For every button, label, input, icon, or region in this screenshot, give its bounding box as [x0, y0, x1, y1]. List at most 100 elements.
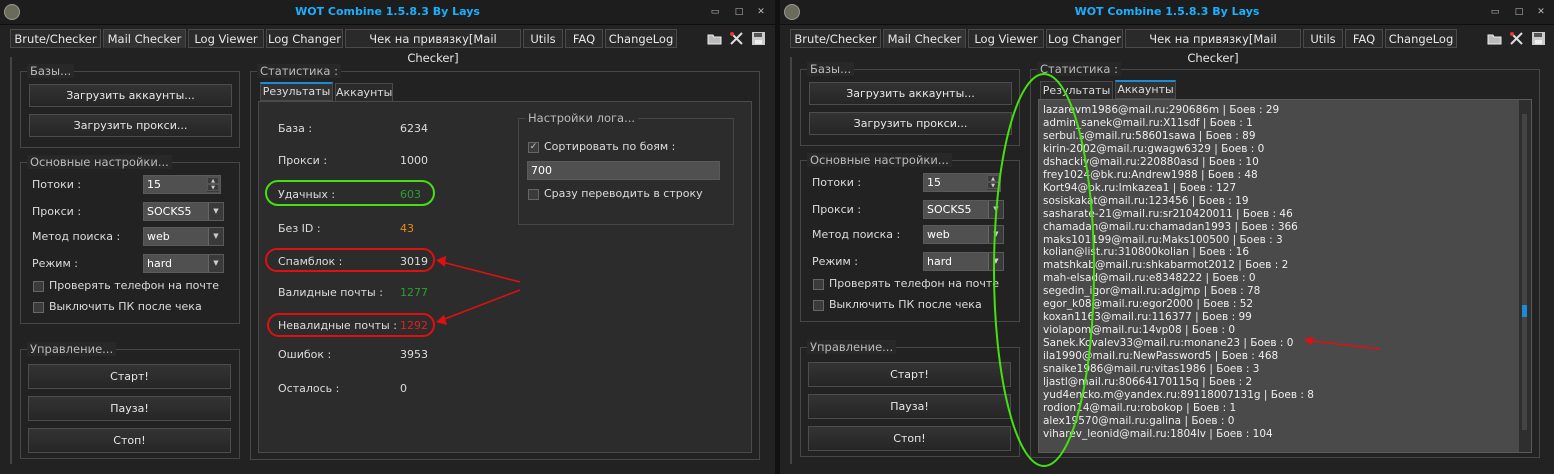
check-phone-checkbox[interactable] — [33, 281, 44, 292]
tab-utils[interactable]: Utils — [1303, 29, 1343, 48]
tab-faq[interactable]: FAQ — [1345, 29, 1383, 48]
pause-button[interactable]: Пауза! — [28, 396, 231, 421]
account-row[interactable]: segedin_igor@mail.ru:adgjmp | Боев : 78 — [1043, 285, 1260, 298]
save-icon[interactable] — [750, 30, 767, 47]
tab-log-changer[interactable]: Log Changer — [1046, 29, 1123, 48]
tools-icon[interactable] — [728, 30, 745, 47]
tab-faq[interactable]: FAQ — [565, 29, 603, 48]
account-row[interactable]: koxan1163@mail.ru:116377 | Боев : 99 — [1043, 311, 1252, 324]
tab-results[interactable]: Результаты — [1040, 81, 1113, 100]
account-row[interactable]: sasharate-21@mail.ru:sr210420011 | Боев … — [1043, 208, 1293, 221]
proxy-select[interactable]: SOCKS5 ▼ — [923, 200, 1004, 219]
account-row[interactable]: mah-elsad@mail.ru:e8348222 | Боев : 0 — [1043, 272, 1256, 285]
accounts-scrollbar[interactable] — [1519, 100, 1531, 452]
account-row[interactable]: kolian@list.ru:310800kolian | Боев : 16 — [1043, 246, 1249, 259]
minimize-button[interactable]: ▭ — [1488, 5, 1502, 19]
tab-mail-checker[interactable]: Mail Checker — [883, 29, 966, 48]
account-row[interactable]: kirin-2002@mail.ru:gwagw6329 | Боев : 0 — [1043, 143, 1264, 156]
convert-checkbox[interactable] — [528, 189, 539, 200]
load-accounts-button[interactable]: Загрузить аккаунты... — [29, 84, 232, 107]
account-row[interactable]: violapom@mail.ru:14vp08 | Боев : 0 — [1043, 324, 1235, 337]
log-settings-title: Настройки лога... — [525, 111, 639, 125]
stat-value: 3019 — [400, 255, 428, 268]
chevron-down-icon: ▼ — [208, 228, 223, 245]
tools-icon[interactable] — [1508, 30, 1525, 47]
account-row[interactable]: rodion14@mail.ru:robokop | Боев : 1 — [1043, 402, 1236, 415]
account-row[interactable]: admin_sanek@mail.ru:X11sdf | Боев : 1 — [1043, 117, 1253, 130]
mode-select[interactable]: hard ▼ — [923, 252, 1004, 271]
close-button[interactable]: ✕ — [1534, 5, 1548, 19]
tab-accounts[interactable]: Аккаунты — [335, 83, 393, 102]
start-button[interactable]: Старт! — [808, 362, 1011, 387]
stat-value: 43 — [400, 222, 414, 235]
account-row[interactable]: ila1990@mail.ru:NewPassword5 | Боев : 46… — [1043, 350, 1278, 363]
account-row[interactable]: egor_k08@mail.ru:egor2000 | Боев : 52 — [1043, 298, 1253, 311]
pause-button[interactable]: Пауза! — [808, 394, 1011, 419]
stop-button[interactable]: Стоп! — [808, 426, 1011, 451]
tab-utils[interactable]: Utils — [523, 29, 563, 48]
shutdown-checkbox[interactable] — [813, 300, 824, 311]
accounts-list[interactable]: lazarevm1986@mail.ru:290686m | Боев : 29… — [1038, 99, 1532, 453]
search-method-select[interactable]: web ▼ — [143, 227, 224, 246]
tab-log-changer[interactable]: Log Changer — [266, 29, 343, 48]
account-row[interactable]: ljastl@mail.ru:80664170115q | Боев : 2 — [1043, 376, 1252, 389]
tab-brute-checker[interactable]: Brute/Checker — [790, 29, 881, 48]
account-row[interactable]: lazarevm1986@mail.ru:290686m | Боев : 29 — [1043, 104, 1279, 117]
stat-label: Валидные почты : — [278, 286, 383, 299]
mode-select[interactable]: hard ▼ — [143, 254, 224, 273]
chevron-down-icon: ▼ — [988, 201, 1003, 218]
account-row[interactable]: dshackiy@mail.ru:220880asd | Боев : 10 — [1043, 156, 1259, 169]
tab-brute-checker[interactable]: Brute/Checker — [10, 29, 101, 48]
shutdown-checkbox[interactable] — [33, 302, 44, 313]
threads-spinbox[interactable]: 15 ▲ ▼ — [143, 175, 221, 194]
account-row[interactable]: Kort94@bk.ru:Imkazea1 | Боев : 127 — [1043, 182, 1236, 195]
scroll-thumb[interactable] — [1522, 305, 1527, 317]
sort-checkbox[interactable]: ✓ — [528, 142, 539, 153]
tab-link-check[interactable]: Чек на привязку[Mail Checker] — [345, 29, 521, 65]
account-row[interactable]: yud4encko.m@yandex.ru:89118007131g | Бое… — [1043, 389, 1314, 402]
tab-changelog[interactable]: ChangeLog — [1385, 29, 1457, 48]
account-row[interactable]: viharev_leonid@mail.ru:1804lv | Боев : 1… — [1043, 428, 1273, 441]
maximize-button[interactable]: □ — [1512, 5, 1526, 19]
account-row[interactable]: frey1024@bk.ru:Andrew1988 | Боев : 48 — [1043, 169, 1258, 182]
minimize-button[interactable]: ▭ — [708, 5, 722, 19]
stat-value: 3953 — [400, 348, 428, 361]
mode-value: hard — [927, 255, 953, 268]
stat-label: Без ID : — [278, 222, 321, 235]
folder-icon[interactable] — [1486, 30, 1503, 47]
tab-link-check[interactable]: Чек на привязку[Mail Checker] — [1125, 29, 1301, 65]
account-row[interactable]: matshkab@mail.ru:shkabarmot2012 | Боев :… — [1043, 259, 1288, 272]
stats-group: Статистика : Результаты Аккаунты lazarev… — [1030, 62, 1540, 458]
convert-label: Сразу переводить в строку — [544, 187, 703, 200]
account-row[interactable]: maks101199@mail.ru:Maks100500 | Боев : 3 — [1043, 234, 1283, 247]
account-row[interactable]: sosiskakat@mail.ru:123456 | Боев : 19 — [1043, 195, 1249, 208]
account-row[interactable]: chamadan@mail.ru:chamadan1993 | Боев : 3… — [1043, 221, 1298, 234]
load-accounts-button[interactable]: Загрузить аккаунты... — [809, 82, 1012, 105]
stop-button[interactable]: Стоп! — [28, 428, 231, 453]
sort-value-input[interactable]: 700 — [527, 161, 720, 180]
load-proxy-button[interactable]: Загрузить прокси... — [29, 114, 232, 137]
close-button[interactable]: ✕ — [754, 5, 768, 19]
account-row[interactable]: snaike1986@mail.ru:vitas1986 | Боев : 3 — [1043, 363, 1259, 376]
load-proxy-button[interactable]: Загрузить прокси... — [809, 112, 1012, 135]
search-method-select[interactable]: web ▼ — [923, 225, 1004, 244]
tab-changelog[interactable]: ChangeLog — [605, 29, 677, 48]
tab-mail-checker[interactable]: Mail Checker — [103, 29, 186, 48]
tab-log-viewer[interactable]: Log Viewer — [188, 29, 264, 48]
account-row[interactable]: alex19570@mail.ru:galina | Боев : 0 — [1043, 415, 1235, 428]
threads-spinbox[interactable]: 15 ▲ ▼ — [923, 173, 1001, 192]
folder-icon[interactable] — [706, 30, 723, 47]
tab-log-viewer[interactable]: Log Viewer — [968, 29, 1044, 48]
proxy-select[interactable]: SOCKS5 ▼ — [143, 202, 224, 221]
account-row[interactable]: serbul.s@mail.ru:58601sawa | Боев : 89 — [1043, 130, 1256, 143]
save-icon[interactable] — [1530, 30, 1547, 47]
tab-results[interactable]: Результаты — [260, 82, 333, 101]
tab-accounts[interactable]: Аккаунты — [1115, 80, 1176, 99]
check-phone-checkbox[interactable] — [813, 279, 824, 290]
start-button[interactable]: Старт! — [28, 364, 231, 389]
window-title: WOT Combine 1.5.8.3 By Lays — [295, 5, 480, 18]
search-method-label: Метод поиска : — [812, 228, 901, 241]
maximize-button[interactable]: □ — [732, 5, 746, 19]
account-row[interactable]: Sanek.Kovalev33@mail.ru:monane23 | Боев … — [1043, 337, 1293, 350]
stats-title: Статистика : — [1037, 62, 1121, 76]
